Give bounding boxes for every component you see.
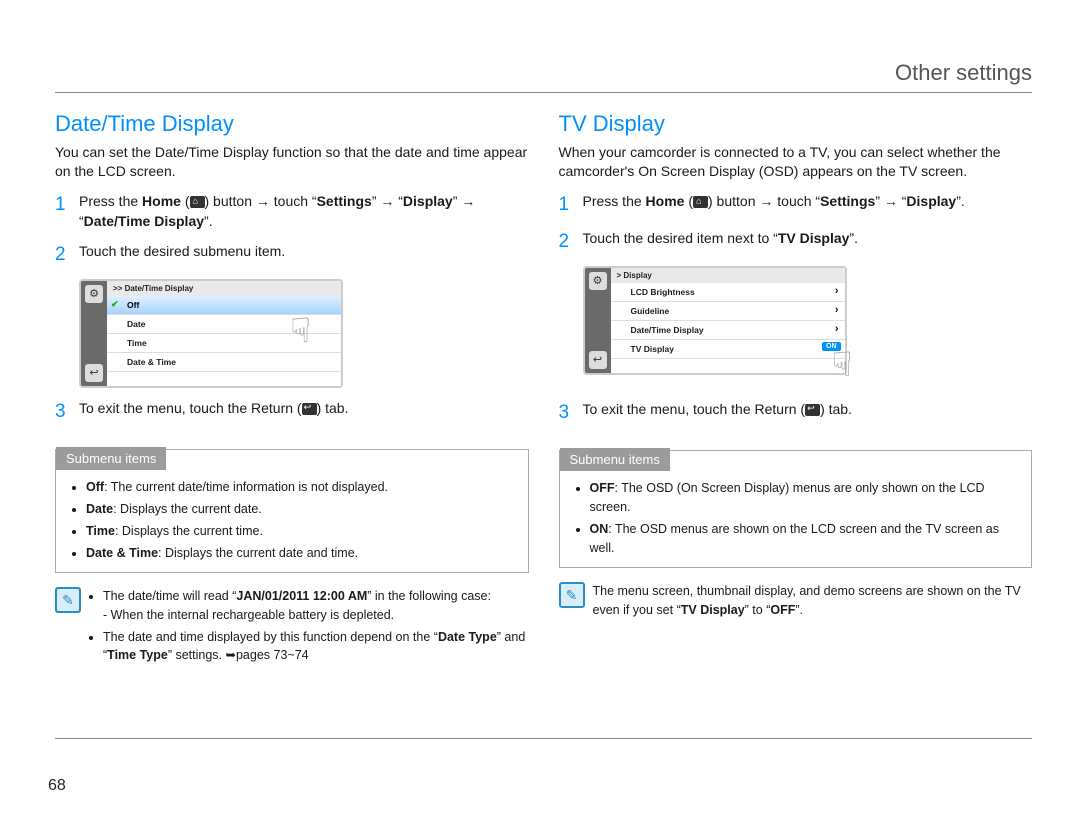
- lcd-row-brightness[interactable]: LCD Brightness›: [611, 283, 845, 302]
- section-title: Date/Time Display: [55, 111, 529, 137]
- lcd-row-guideline[interactable]: Guideline›: [611, 302, 845, 321]
- return-icon[interactable]: ↩: [85, 364, 103, 382]
- footer-rule: [55, 738, 1032, 739]
- lcd-row-tv-display[interactable]: TV DisplayON: [611, 340, 845, 359]
- note-icon: ✎: [55, 587, 81, 613]
- submenu-item-on: ON: The OSD menus are shown on the LCD s…: [590, 520, 1016, 558]
- submenu-title: Submenu items: [560, 448, 670, 471]
- col-date-time-display: Date/Time Display You can set the Date/T…: [55, 111, 529, 668]
- lcd-row-datetime-display[interactable]: Date/Time Display›: [611, 321, 845, 340]
- step-1: 1 Press the Home () button → touch “Sett…: [55, 191, 529, 232]
- step-number: 1: [55, 191, 79, 232]
- return-icon: [805, 404, 820, 416]
- lcd-row-time[interactable]: Time: [107, 334, 341, 353]
- submenu-item-time: Time: Displays the current time.: [86, 522, 512, 541]
- note-icon: ✎: [559, 582, 585, 608]
- step-number: 3: [55, 398, 79, 426]
- intro-text: When your camcorder is connected to a TV…: [559, 143, 1033, 181]
- check-icon: ✔: [111, 299, 119, 310]
- note-block: ✎ The menu screen, thumbnail display, an…: [559, 582, 1033, 618]
- lcd-row-date[interactable]: Date: [107, 315, 341, 334]
- step-1: 1 Press the Home () button → touch “Sett…: [559, 191, 1033, 219]
- lcd-breadcrumb: >> Date/Time Display: [107, 281, 341, 296]
- gear-icon[interactable]: ⚙: [85, 285, 103, 303]
- submenu-item-datetime: Date & Time: Displays the current date a…: [86, 544, 512, 563]
- lcd-breadcrumb: > Display: [611, 268, 845, 283]
- note-block: ✎ The date/time will read “JAN/01/2011 1…: [55, 587, 529, 668]
- lcd-row-off[interactable]: ✔Off: [107, 296, 341, 315]
- gear-icon[interactable]: ⚙: [589, 272, 607, 290]
- intro-text: You can set the Date/Time Display functi…: [55, 143, 529, 181]
- home-icon: [693, 196, 708, 208]
- chevron-right-icon: ›: [835, 323, 839, 335]
- submenu-item-date: Date: Displays the current date.: [86, 500, 512, 519]
- submenu-panel: Submenu items Off: The current date/time…: [55, 449, 529, 573]
- chevron-right-icon: ›: [835, 304, 839, 316]
- step-2: 2 Touch the desired submenu item.: [55, 241, 529, 269]
- return-icon: [302, 403, 317, 415]
- chevron-right-icon: ›: [835, 285, 839, 297]
- note-item: The date/time will read “JAN/01/2011 12:…: [103, 587, 529, 623]
- step-2: 2 Touch the desired item next to “TV Dis…: [559, 228, 1033, 256]
- note-item: The date and time displayed by this func…: [103, 628, 529, 664]
- step-3: 3 To exit the menu, touch the Return () …: [559, 399, 1033, 427]
- home-icon: [190, 196, 205, 208]
- page-header: Other settings: [55, 60, 1032, 93]
- lcd-row-datetime[interactable]: Date & Time: [107, 353, 341, 372]
- step-number: 2: [55, 241, 79, 269]
- col-tv-display: TV Display When your camcorder is connec…: [559, 111, 1033, 668]
- step-3: 3 To exit the menu, touch the Return () …: [55, 398, 529, 426]
- submenu-panel: Submenu items OFF: The OSD (On Screen Di…: [559, 450, 1033, 568]
- page-number: 68: [48, 777, 66, 795]
- touch-hand-icon: ☟: [832, 345, 853, 385]
- section-title: TV Display: [559, 111, 1033, 137]
- submenu-title: Submenu items: [56, 447, 166, 470]
- return-icon[interactable]: ↩: [589, 351, 607, 369]
- submenu-item-off: Off: The current date/time information i…: [86, 478, 512, 497]
- submenu-item-off: OFF: The OSD (On Screen Display) menus a…: [590, 479, 1016, 517]
- lcd-display-menu: ⚙ ↩ > Display LCD Brightness› Guideline›…: [583, 266, 847, 375]
- step-number: 2: [559, 228, 583, 256]
- step-number: 3: [559, 399, 583, 427]
- lcd-datetime-menu: ⚙ ↩ >> Date/Time Display ✔Off Date Time …: [79, 279, 343, 388]
- step-number: 1: [559, 191, 583, 219]
